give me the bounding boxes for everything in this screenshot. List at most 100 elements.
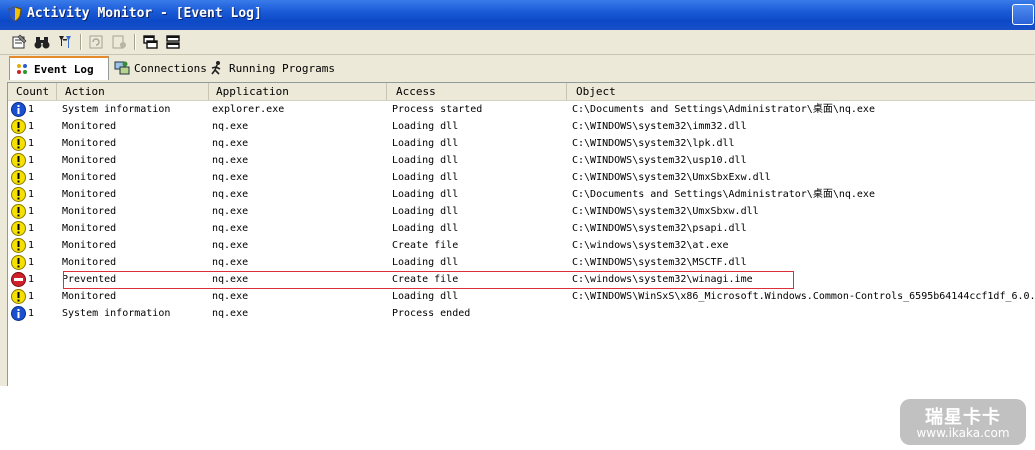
prevented-icon [11,272,26,287]
cell-object: C:\WINDOWS\system32\MSCTF.dll [572,257,747,268]
cell-action: Monitored [62,240,117,251]
cell-object: C:\WINDOWS\system32\imm32.dll [572,121,747,132]
cell-object: C:\Documents and Settings\Administrator\… [572,104,875,115]
cell-object: C:\windows\system32\winagi.ime [572,274,753,285]
cell-action: Monitored [62,257,117,268]
table-row[interactable]: 1 Monitored nq.exe Loading dll C:\WINDOWS\sy… [8,118,1035,135]
maximize-button[interactable] [1012,4,1034,25]
cell-object: C:\WINDOWS\system32\psapi.dll [572,223,747,234]
cell-application: nq.exe [212,155,249,166]
cell-access: Loading dll [392,223,459,234]
clear-log-icon[interactable] [109,32,129,52]
cell-count: 1 [28,257,35,268]
table-row[interactable]: 1 Monitored nq.exe Loading dll C:\WINDOWS\sy… [8,254,1035,271]
column-header-object[interactable]: Object [567,83,1035,100]
watermark: 瑞星卡卡 www.ikaka.com [900,399,1026,445]
table-row[interactable]: 1 Monitored nq.exe Loading dll C:\WINDOWS\Wi… [8,288,1035,305]
cell-count: 1 [28,308,35,319]
cell-count: 1 [28,240,35,251]
cell-access: Process started [392,104,483,115]
table-row[interactable]: 1 Monitored nq.exe Loading dll C:\Documents … [8,186,1035,203]
cell-action: System information [62,104,171,115]
tab-label: Running Programs [229,61,335,75]
cell-count: 1 [28,291,35,302]
cell-count: 1 [28,155,35,166]
cascade-view-icon[interactable] [140,32,160,52]
info-icon [11,102,26,117]
warning-icon [11,204,26,219]
connections-icon [114,60,130,76]
title-bar[interactable]: Activity Monitor - [Event Log] [0,0,1035,30]
table-row[interactable]: 1 System information explorer.exe Process s… [8,101,1035,118]
cell-application: nq.exe [212,189,249,200]
cell-access: Create file [392,240,459,251]
column-header-action[interactable]: Action [57,83,209,100]
cell-access: Loading dll [392,121,459,132]
warning-icon [11,153,26,168]
table-row[interactable]: 1 Monitored nq.exe Create file C:\windows\sy… [8,237,1035,254]
cell-access: Loading dll [392,172,459,183]
cell-access: Loading dll [392,189,459,200]
warning-icon [11,238,26,253]
warning-icon [11,119,26,134]
tab-event-log[interactable]: Event Log [9,56,109,80]
warning-icon [11,187,26,202]
cell-action: Monitored [62,121,117,132]
cell-count: 1 [28,121,35,132]
table-row[interactable]: 1 Monitored nq.exe Loading dll C:\WINDOWS\sy… [8,203,1035,220]
cell-count: 1 [28,104,35,115]
table-row[interactable]: 1 Monitored nq.exe Loading dll C:\WINDOWS\sy… [8,169,1035,186]
tab-strip: Event Log Connections Running Programs [0,56,1035,81]
cell-access: Loading dll [392,155,459,166]
warning-icon [11,289,26,304]
activity-monitor-window: Activity Monitor - [Event Log] Event Log… [0,0,1035,386]
column-header-application[interactable]: Application [209,83,387,100]
cell-count: 1 [28,189,35,200]
cell-application: nq.exe [212,240,249,251]
watermark-url: www.ikaka.com [916,426,1010,440]
cell-object: C:\Documents and Settings\Administrator\… [572,189,875,200]
table-row[interactable]: 1 Monitored nq.exe Loading dll C:\WINDOWS\sy… [8,135,1035,152]
cell-application: nq.exe [212,257,249,268]
cell-access: Loading dll [392,206,459,217]
tile-view-icon[interactable] [163,32,183,52]
tab-running-programs[interactable]: Running Programs [205,57,335,79]
cell-object: C:\WINDOWS\system32\UmxSbxw.dll [572,206,759,217]
cell-application: nq.exe [212,223,249,234]
cell-access: Create file [392,274,459,285]
cell-action: Monitored [62,291,117,302]
table-row[interactable]: 1 System information nq.exe Process ended [8,305,1035,322]
running-programs-icon [209,60,225,76]
event-log-list: Count Action Application Access Object 1… [7,82,1035,386]
warning-icon [11,136,26,151]
find-binoculars-icon[interactable] [32,32,52,52]
table-row[interactable]: 1 Prevented nq.exe Create file C:\windows\sy… [8,271,1035,288]
cell-application: nq.exe [212,172,249,183]
tab-label: Connections [134,61,207,75]
cell-application: nq.exe [212,206,249,217]
event-log-icon [14,61,30,77]
properties-icon[interactable] [9,32,29,52]
cell-action: Monitored [62,223,117,234]
column-header-access[interactable]: Access [387,83,567,100]
filter-icon[interactable] [55,32,75,52]
refresh-icon[interactable] [86,32,106,52]
shield-icon [7,6,23,22]
cell-application: nq.exe [212,291,249,302]
cell-object: C:\WINDOWS\system32\UmxSbxExw.dll [572,172,771,183]
cell-action: Monitored [62,189,117,200]
cell-application: nq.exe [212,308,249,319]
cell-object: C:\WINDOWS\system32\lpk.dll [572,138,735,149]
table-row[interactable]: 1 Monitored nq.exe Loading dll C:\WINDOWS\sy… [8,220,1035,237]
tab-connections[interactable]: Connections [110,57,207,79]
cell-access: Loading dll [392,257,459,268]
cell-count: 1 [28,172,35,183]
cell-access: Loading dll [392,291,459,302]
column-header-count[interactable]: Count [8,83,57,100]
table-row[interactable]: 1 Monitored nq.exe Loading dll C:\WINDOWS\sy… [8,152,1035,169]
info-icon [11,306,26,321]
warning-icon [11,170,26,185]
tab-label: Event Log [34,62,94,76]
toolbar [0,30,1035,55]
cell-action: Monitored [62,138,117,149]
